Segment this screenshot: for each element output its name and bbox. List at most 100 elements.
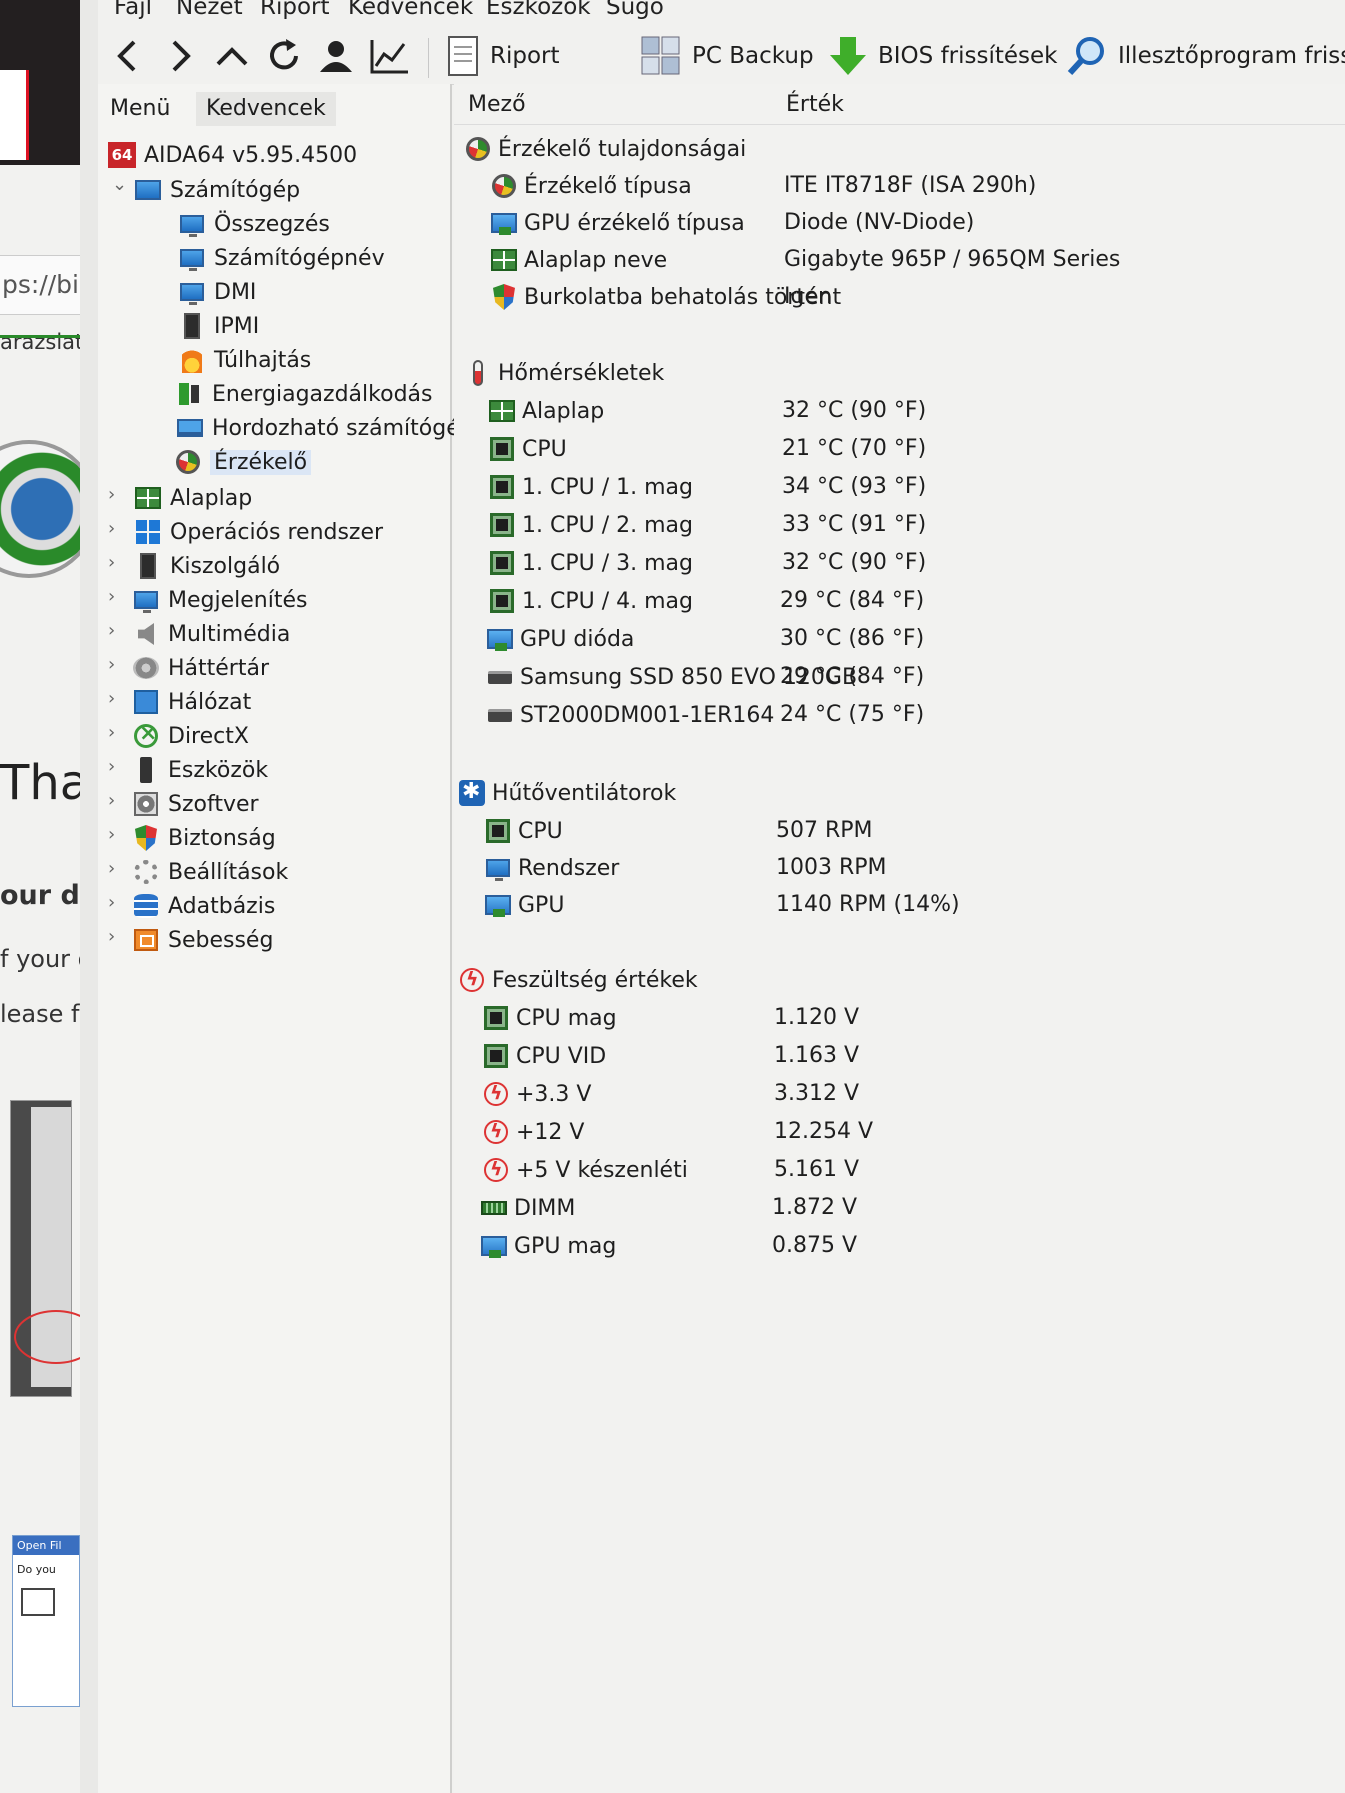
- chevron-right-icon[interactable]: ›: [108, 518, 115, 539]
- pc-backup-button[interactable]: PC Backup: [640, 34, 814, 78]
- chevron-right-icon[interactable]: ›: [108, 688, 115, 709]
- tree-item-display[interactable]: Megjelenítés: [132, 584, 307, 616]
- chart-button[interactable]: [368, 34, 410, 78]
- table-row[interactable]: 1. CPU / 2. mag: [488, 508, 693, 542]
- menu-report[interactable]: Riport: [260, 0, 330, 20]
- tree-item-overclock[interactable]: Túlhajtás: [178, 344, 311, 376]
- chevron-right-icon[interactable]: ›: [108, 552, 115, 573]
- table-row[interactable]: Rendszer: [484, 851, 619, 885]
- table-row[interactable]: GPU mag: [480, 1229, 616, 1263]
- tree-item-server[interactable]: Kiszolgáló: [134, 550, 280, 582]
- table-row[interactable]: +5 V készenléti: [482, 1153, 688, 1187]
- menu-view[interactable]: Nézet: [176, 0, 243, 20]
- tree-item-label: Hálózat: [168, 689, 252, 715]
- bios-updates-button[interactable]: BIOS frissítések: [828, 34, 1058, 78]
- row-field: ST2000DM001-1ER164: [520, 702, 775, 728]
- table-row[interactable]: +12 V: [482, 1115, 584, 1149]
- background-url-bar[interactable]: ps://bios: [0, 255, 80, 315]
- tree-item-computer-name[interactable]: Számítógépnév: [178, 242, 385, 274]
- table-row[interactable]: Alaplap neve: [490, 243, 667, 277]
- table-row[interactable]: GPU: [484, 888, 564, 922]
- chevron-right-icon[interactable]: ›: [108, 484, 115, 505]
- tree-item-directx[interactable]: DirectX: [132, 720, 249, 752]
- chevron-right-icon[interactable]: ›: [108, 722, 115, 743]
- tree-item-database[interactable]: Adatbázis: [132, 890, 275, 922]
- chevron-down-icon[interactable]: ⌄: [112, 174, 127, 195]
- tree-item-security[interactable]: Biztonság: [132, 822, 276, 854]
- tree-item-benchmark[interactable]: Sebesség: [132, 924, 273, 956]
- chevron-right-icon: [172, 40, 191, 72]
- row-field: Alaplap: [522, 398, 605, 424]
- chevron-right-icon[interactable]: ›: [108, 824, 115, 845]
- tree-item-ipmi[interactable]: IPMI: [178, 310, 259, 342]
- chevron-right-icon[interactable]: ›: [108, 892, 115, 913]
- tree-item-motherboard[interactable]: Alaplap: [134, 482, 252, 514]
- tree-item-label: DMI: [214, 279, 257, 305]
- table-row[interactable]: DIMM: [480, 1191, 575, 1225]
- table-row[interactable]: 1. CPU / 1. mag: [488, 470, 693, 504]
- tree-item-label: Alaplap: [170, 485, 253, 511]
- report-button-label: Riport: [490, 43, 560, 69]
- table-row[interactable]: +3.3 V: [482, 1077, 591, 1111]
- tab-menu[interactable]: Menü: [100, 92, 181, 126]
- tree-item-power-management[interactable]: Energiagazdálkodás: [176, 378, 432, 410]
- back-button[interactable]: [108, 34, 148, 78]
- server-icon: [140, 553, 156, 579]
- column-header-field[interactable]: Mező: [468, 92, 526, 117]
- refresh-button[interactable]: [264, 34, 304, 78]
- user-button[interactable]: [316, 34, 356, 78]
- tree-item-devices[interactable]: Eszközök: [132, 754, 268, 786]
- tree-item-storage[interactable]: Háttértár: [132, 652, 269, 684]
- table-row[interactable]: 1. CPU / 4. mag: [488, 584, 693, 618]
- navigation-pane: Menü Kedvencek 64 AIDA64 v5.95.4500 ⌄ Sz…: [98, 84, 460, 1793]
- table-row[interactable]: 1. CPU / 3. mag: [488, 546, 693, 580]
- chevron-right-icon[interactable]: ›: [108, 620, 115, 641]
- table-row[interactable]: CPU: [488, 432, 567, 466]
- menu-file[interactable]: Fájl: [114, 0, 152, 20]
- table-row[interactable]: CPU mag: [482, 1001, 617, 1035]
- motherboard-icon: [135, 487, 161, 509]
- table-row[interactable]: CPU VID: [482, 1039, 606, 1073]
- tree-item-multimedia[interactable]: Multimédia: [132, 618, 290, 650]
- tree-item-operating-system[interactable]: Operációs rendszer: [134, 516, 383, 548]
- tree-item-summary[interactable]: Összegzés: [178, 208, 330, 240]
- tree-item-portable-computer[interactable]: Hordozható számítógé: [176, 412, 460, 444]
- chevron-right-icon[interactable]: ›: [108, 586, 115, 607]
- menu-tools[interactable]: Eszközök: [486, 0, 591, 20]
- up-button[interactable]: [212, 34, 252, 78]
- tree-item-software[interactable]: Szoftver: [132, 788, 259, 820]
- power-plug-icon: [177, 381, 203, 407]
- cpu-chip-icon: [486, 819, 510, 843]
- tab-favorites[interactable]: Kedvencek: [196, 92, 336, 126]
- tree-item-network[interactable]: Hálózat: [132, 686, 251, 718]
- table-row[interactable]: Alaplap: [488, 394, 604, 428]
- column-header-value[interactable]: Érték: [786, 92, 844, 117]
- forward-button[interactable]: [160, 34, 200, 78]
- chevron-right-icon[interactable]: ›: [108, 858, 115, 879]
- table-row[interactable]: GPU érzékelő típusa: [490, 206, 745, 240]
- chevron-right-icon[interactable]: ›: [108, 926, 115, 947]
- tree-item-label: Adatbázis: [168, 893, 276, 919]
- table-row[interactable]: GPU dióda: [486, 622, 634, 656]
- tree-item-computer[interactable]: Számítógép: [134, 174, 300, 206]
- chevron-right-icon[interactable]: ›: [108, 756, 115, 777]
- tree-item-settings[interactable]: Beállítások: [132, 856, 288, 888]
- driver-updates-button[interactable]: Illesztőprogram frissí: [1066, 34, 1345, 78]
- row-value: 34 °C (93 °F): [782, 474, 927, 499]
- tree-item-sensor[interactable]: Érzékelő: [174, 446, 312, 478]
- tree-item-aida64[interactable]: 64 AIDA64 v5.95.4500: [108, 139, 357, 171]
- chevron-right-icon[interactable]: ›: [108, 654, 115, 675]
- row-value: 5.161 V: [774, 1157, 860, 1182]
- monitor-icon: [180, 283, 204, 305]
- table-row[interactable]: ST2000DM001-1ER164: [486, 698, 774, 732]
- menu-favorites[interactable]: Kedvencek: [348, 0, 473, 20]
- table-row[interactable]: Érzékelő típusa: [490, 169, 692, 203]
- chevron-right-icon[interactable]: ›: [108, 790, 115, 811]
- tree-item-dmi[interactable]: DMI: [178, 276, 256, 308]
- aida64-logo-icon: 64: [108, 142, 136, 168]
- gauge-icon: [176, 450, 200, 474]
- fan-icon: [459, 779, 485, 806]
- menu-help[interactable]: Súgó: [606, 0, 664, 20]
- report-button[interactable]: Riport: [446, 34, 560, 78]
- table-row[interactable]: CPU: [484, 814, 563, 848]
